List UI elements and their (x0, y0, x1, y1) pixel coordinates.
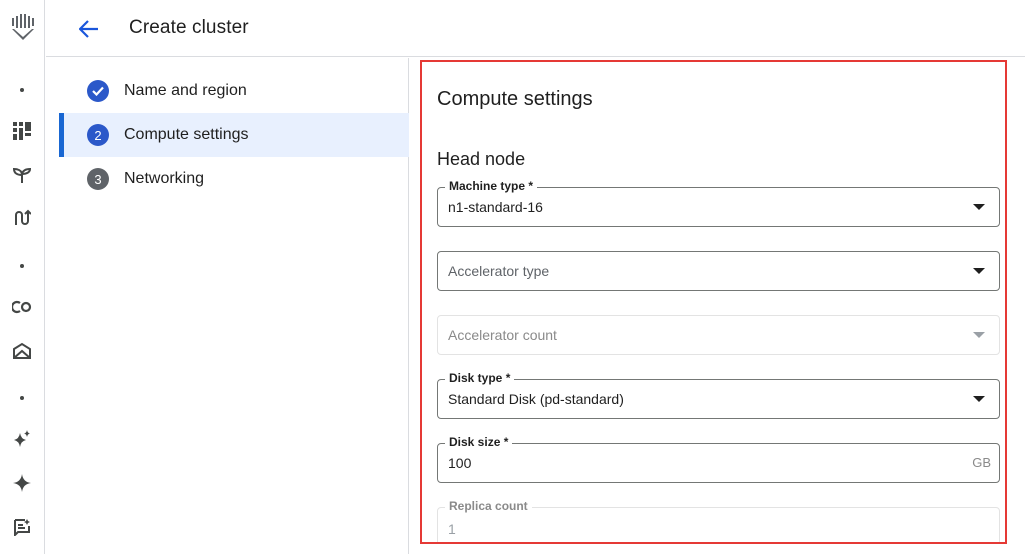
field-value: Standard Disk (pd-standard) (448, 391, 624, 407)
pipeline-icon[interactable] (10, 206, 34, 230)
left-nav-rail (0, 0, 45, 554)
dropdown-arrow-icon (973, 396, 985, 402)
step-networking[interactable]: 3 Networking (59, 157, 409, 201)
disk-size-input[interactable]: Disk size * 100 GB (437, 435, 1000, 483)
unit-suffix: GB (972, 455, 991, 470)
disk-type-select[interactable]: Disk type * Standard Disk (pd-standard) (437, 371, 1000, 419)
compute-settings-panel: Compute settings Head node Machine type … (420, 60, 1007, 544)
create-cluster-stepper: Name and region 2 Compute settings 3 Net… (59, 58, 409, 554)
dropdown-arrow-icon (973, 268, 985, 274)
section-title: Compute settings (437, 88, 593, 110)
vertex-ai-logo-icon[interactable] (10, 12, 36, 44)
rail-separator-dot (20, 88, 24, 92)
prompt-notes-icon[interactable] (10, 515, 34, 539)
accelerator-type-select[interactable]: Accelerator type (437, 251, 1000, 291)
dropdown-arrow-icon (973, 332, 985, 338)
machine-type-select[interactable]: Machine type * n1-standard-16 (437, 179, 1000, 227)
model-garden-icon[interactable] (10, 339, 34, 363)
field-placeholder: Accelerator type (448, 263, 550, 279)
step-name-and-region[interactable]: Name and region (59, 69, 409, 113)
sprout-icon[interactable] (10, 163, 34, 187)
rail-separator-dot (20, 396, 24, 400)
arrow-back-icon (79, 20, 98, 38)
dashboard-icon[interactable] (10, 119, 34, 143)
field-label: Replica count (445, 499, 532, 513)
field-label: Disk type * (445, 371, 515, 385)
step-label: Compute settings (124, 126, 249, 143)
step-label: Name and region (124, 82, 247, 99)
field-value: 100 (448, 455, 472, 471)
sparkle-plus-icon[interactable] (10, 427, 34, 451)
back-arrow-button[interactable] (76, 16, 102, 42)
accelerator-count-select: Accelerator count (437, 315, 1000, 355)
step-label: Networking (124, 170, 205, 187)
page-title: Create cluster (129, 17, 249, 38)
step-number-badge: 3 (87, 168, 109, 190)
sparkle-icon[interactable] (10, 471, 34, 495)
head-node-title: Head node (437, 149, 526, 169)
replica-count-input: Replica count 1 (437, 499, 1000, 542)
rail-separator-dot (20, 264, 24, 268)
step-number-badge: 2 (87, 124, 109, 146)
field-placeholder: Accelerator count (448, 327, 557, 343)
dropdown-arrow-icon (973, 204, 985, 210)
step-compute-settings[interactable]: 2 Compute settings (59, 113, 409, 157)
field-value: 1 (448, 521, 456, 537)
field-label: Machine type * (445, 179, 538, 193)
check-circle-icon (87, 80, 109, 102)
colab-icon[interactable] (10, 295, 34, 319)
field-value: n1-standard-16 (448, 199, 543, 215)
field-label: Disk size * (445, 435, 513, 449)
page-header: Create cluster (46, 0, 1025, 57)
